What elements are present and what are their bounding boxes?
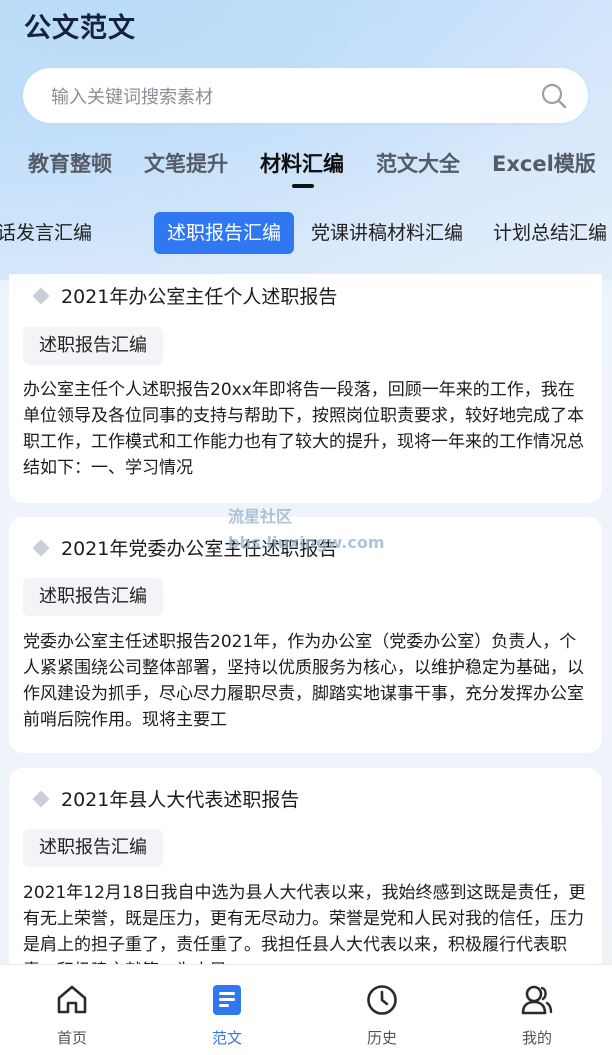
active-tab-indicator [292, 184, 314, 188]
card-summary: 办公室主任个人述职报告20xx年即将告一段落，回顾一年来的工作，我在单位领导及各… [23, 380, 584, 478]
diamond-icon [32, 790, 50, 807]
search-bar[interactable]: 输入关键词搜索素材 [23, 68, 588, 123]
tab-samples[interactable]: 范文大全 [376, 148, 460, 178]
nav-label: 我的 [521, 1029, 552, 1047]
card-title: 2021年党委办公室主任述职报告 [61, 538, 338, 560]
users-icon [521, 985, 553, 1015]
tab-excel[interactable]: Excel模版 [492, 148, 596, 178]
card-tag: 述职报告汇编 [23, 327, 163, 365]
card-tag: 述职报告汇编 [23, 829, 163, 867]
article-card[interactable]: 2021年办公室主任个人述职报告 述职报告汇编 办公室主任个人述职报告20xx年… [9, 274, 602, 503]
card-title-row: 2021年办公室主任个人述职报告 [32, 282, 338, 309]
diamond-icon [32, 539, 50, 556]
article-list: 2021年办公室主任个人述职报告 述职报告汇编 办公室主任个人述职报告20xx年… [0, 274, 612, 964]
diamond-icon [32, 287, 50, 304]
card-summary: 2021年12月18日我自中选为县人大代表以来，我始终感到这既是责任，更有无上荣… [23, 883, 586, 964]
nav-samples[interactable]: 范文 [167, 965, 287, 1055]
card-title-row: 2021年县人大代表述职报告 [32, 785, 300, 812]
nav-history[interactable]: 历史 [322, 965, 442, 1055]
card-title: 2021年县人大代表述职报告 [61, 789, 300, 811]
document-icon [213, 985, 241, 1015]
subcategory-chips: 讲话发言汇编 述职报告汇编 党课讲稿材料汇编 计划总结汇编 [0, 212, 612, 254]
nav-label: 首页 [56, 1029, 87, 1047]
home-icon [57, 985, 87, 1014]
chip-report[interactable]: 述职报告汇编 [154, 212, 295, 254]
chip-speech[interactable]: 讲话发言汇编 [0, 212, 92, 254]
search-icon[interactable] [540, 82, 568, 110]
search-input[interactable]: 输入关键词搜索素材 [51, 83, 540, 109]
tab-materials[interactable]: 材料汇编 [260, 148, 344, 178]
card-tag: 述职报告汇编 [23, 578, 163, 616]
article-card[interactable]: 2021年党委办公室主任述职报告 述职报告汇编 党委办公室主任述职报告2021年… [9, 517, 602, 753]
tab-education[interactable]: 教育整顿 [28, 148, 112, 178]
nav-profile[interactable]: 我的 [477, 965, 597, 1055]
card-summary: 党委办公室主任述职报告2021年，作为办公室（党委办公室）负责人，个人紧紧围绕公… [23, 632, 584, 730]
chip-party-lecture[interactable]: 党课讲稿材料汇编 [311, 212, 463, 254]
chip-plan-summary[interactable]: 计划总结汇编 [493, 212, 607, 254]
nav-label: 范文 [211, 1029, 242, 1047]
card-title-row: 2021年党委办公室主任述职报告 [32, 534, 338, 561]
nav-label: 历史 [366, 1029, 397, 1047]
clock-icon [367, 985, 397, 1015]
card-title: 2021年办公室主任个人述职报告 [61, 286, 338, 308]
page-title: 公文范文 [24, 13, 136, 44]
article-card[interactable]: 2021年县人大代表述职报告 述职报告汇编 2021年12月18日我自中选为县人… [9, 768, 602, 964]
bottom-navigation: 首页 范文 历史 我的 [0, 964, 612, 1055]
tab-writing[interactable]: 文笔提升 [144, 148, 228, 178]
nav-home[interactable]: 首页 [12, 965, 132, 1055]
